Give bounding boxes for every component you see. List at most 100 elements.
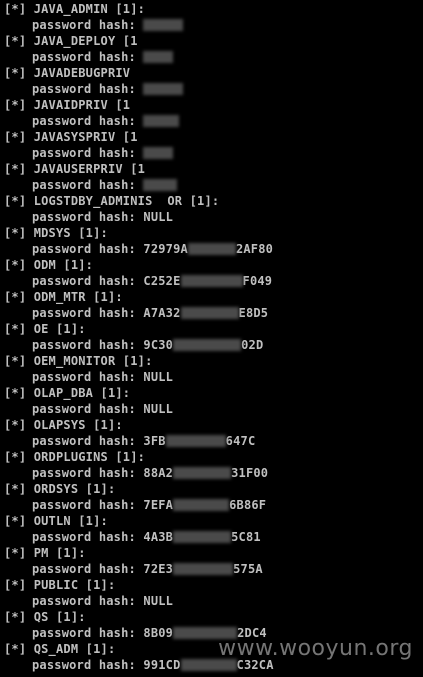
hash-visible-prefix: 88A2	[143, 466, 174, 480]
hash-label: password hash:	[32, 498, 136, 512]
account-line: [*] OEM_MONITOR [1]:	[4, 354, 153, 368]
hash-label: password hash:	[32, 146, 136, 160]
watermark: www.wooyun.org	[218, 636, 413, 661]
password-hash-line: password hash: NULL	[4, 401, 274, 417]
redacted-block	[165, 435, 226, 447]
hash-visible-prefix: 72979A	[143, 242, 188, 256]
redacted-block	[143, 115, 180, 127]
account-line: [*] JAVADEBUGPRIV	[4, 66, 131, 80]
password-hash-line: password hash:	[4, 177, 274, 193]
hash-label: password hash:	[32, 402, 136, 416]
redacted-block	[187, 243, 236, 255]
password-hash-line: password hash: 7EFA 6B86F	[4, 497, 274, 513]
hash-label: password hash:	[32, 626, 136, 640]
redacted-block	[143, 51, 174, 63]
hash-label: password hash:	[32, 658, 136, 672]
hash-label: password hash:	[32, 178, 136, 192]
password-hash-line: password hash:	[4, 113, 274, 129]
password-hash-line: password hash: 72E3 575A	[4, 561, 274, 577]
hash-visible-suffix: E8D5	[238, 306, 269, 320]
hash-label: password hash:	[32, 82, 136, 96]
password-hash-line: password hash: 88A2 31F00	[4, 465, 274, 481]
account-line: [*] OLAP_DBA [1]:	[4, 386, 131, 400]
redacted-block	[173, 563, 234, 575]
hash-label: password hash:	[32, 210, 136, 224]
account-line: [*] JAVASYSPRIV [1	[4, 130, 138, 144]
password-hash-line: password hash: NULL	[4, 209, 274, 225]
password-hash-line: password hash: 72979A 2AF80	[4, 241, 274, 257]
hash-label: password hash:	[32, 594, 136, 608]
hash-visible-prefix: 7EFA	[143, 498, 174, 512]
account-line: [*] ORDSYS [1]:	[4, 482, 116, 496]
hash-visible-prefix: 72E3	[143, 562, 174, 576]
account-line: [*] PUBLIC [1]:	[4, 578, 116, 592]
hash-visible-suffix: 02D	[241, 338, 264, 352]
redacted-block	[143, 83, 184, 95]
password-hash-line: password hash: 4A3B 5C81	[4, 529, 274, 545]
password-hash-line: password hash:	[4, 17, 274, 33]
hash-visible-suffix: 31F00	[231, 466, 269, 480]
hash-visible-suffix: 2AF80	[235, 242, 274, 256]
hash-visible-suffix: 6B86F	[229, 498, 267, 512]
password-hash-line: password hash: A7A32 E8D5	[4, 305, 274, 321]
hash-visible-prefix: 991CD	[143, 658, 181, 672]
hash-visible-prefix: NULL	[143, 370, 174, 384]
redacted-block	[173, 499, 230, 511]
hash-visible-prefix: NULL	[143, 594, 174, 608]
hash-label: password hash:	[32, 18, 136, 32]
hash-label: password hash:	[32, 306, 136, 320]
hash-visible-suffix: F049	[242, 274, 273, 288]
hash-label: password hash:	[32, 114, 136, 128]
hash-label: password hash:	[32, 370, 136, 384]
password-hash-line: password hash:	[4, 145, 274, 161]
hash-visible-prefix: 3FB	[143, 434, 166, 448]
redacted-block	[143, 147, 174, 159]
redacted-block	[173, 531, 232, 543]
account-line: [*] JAVAUSERPRIV [1	[4, 162, 146, 176]
account-line: [*] JAVA_DEPLOY [1	[4, 34, 138, 48]
account-line: [*] JAVA_ADMIN [1]:	[4, 2, 146, 16]
hash-label: password hash:	[32, 50, 136, 64]
hash-visible-prefix: 9C30	[143, 338, 174, 352]
redacted-block	[180, 275, 243, 287]
hash-visible-prefix: NULL	[143, 402, 174, 416]
hash-label: password hash:	[32, 274, 136, 288]
hash-label: password hash:	[32, 242, 136, 256]
account-line: [*] OUTLN [1]:	[4, 514, 108, 528]
hash-visible-prefix: A7A32	[143, 306, 181, 320]
redacted-block	[143, 19, 184, 31]
password-hash-line: password hash: 9C30 02D	[4, 337, 274, 353]
account-line: [*] ORDPLUGINS [1]:	[4, 450, 146, 464]
account-line: [*] PM [1]:	[4, 546, 86, 560]
hash-visible-suffix: 5C81	[231, 530, 261, 544]
hash-label: password hash:	[32, 530, 136, 544]
password-hash-line: password hash: 3FB 647C	[4, 433, 274, 449]
account-line: [*] OLAPSYS [1]:	[4, 418, 123, 432]
account-line: [*] QS [1]:	[4, 610, 86, 624]
password-hash-line: password hash: C252E F049	[4, 273, 274, 289]
password-hash-line: password hash: NULL	[4, 369, 274, 385]
terminal-window[interactable]: [*] JAVA_ADMIN [1]: password hash: [*] JA…	[0, 0, 423, 677]
hash-visible-prefix: 4A3B	[143, 530, 174, 544]
account-line: [*] JAVAIDPRIV [1	[4, 98, 131, 112]
hash-label: password hash:	[32, 338, 136, 352]
password-hash-line: password hash:	[4, 81, 274, 97]
account-line: [*] OE [1]:	[4, 322, 86, 336]
redacted-block	[143, 179, 178, 191]
account-line: [*] LOGSTDBY_ADMINIS OR [1]:	[4, 194, 220, 208]
hash-label: password hash:	[32, 562, 136, 576]
password-hash-line: password hash:	[4, 49, 274, 65]
hash-label: password hash:	[32, 434, 136, 448]
redacted-block	[173, 339, 242, 351]
terminal-output: [*] JAVA_ADMIN [1]: password hash: [*] JA…	[4, 1, 274, 673]
hash-visible-prefix: NULL	[143, 210, 174, 224]
redacted-block	[173, 467, 232, 479]
hash-label: password hash:	[32, 466, 136, 480]
redacted-block	[180, 307, 239, 319]
account-line: [*] ODM [1]:	[4, 258, 94, 272]
hash-visible-suffix: 575A	[233, 562, 263, 576]
password-hash-line: password hash: NULL	[4, 593, 274, 609]
hash-visible-prefix: 8B09	[143, 626, 174, 640]
account-line: [*] ODM_MTR [1]:	[4, 290, 123, 304]
account-line: [*] MDSYS [1]:	[4, 226, 108, 240]
